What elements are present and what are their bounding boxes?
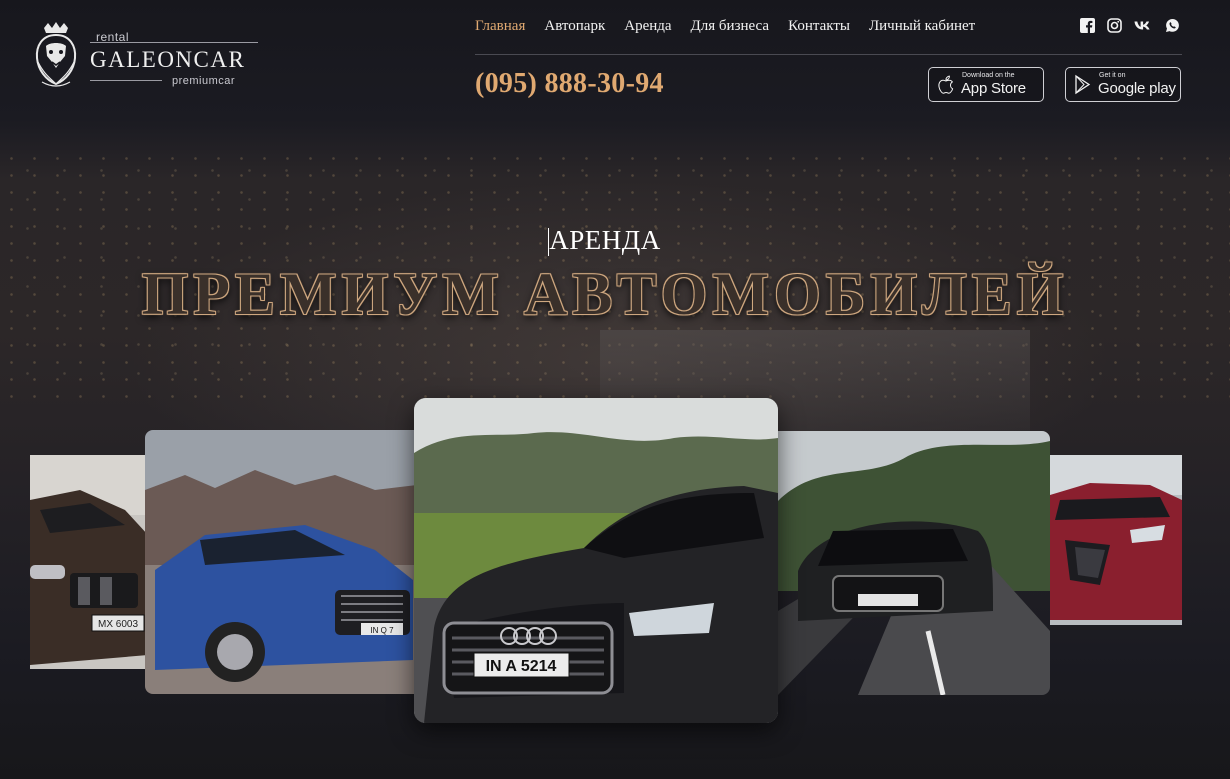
google-play-big-text: Google play <box>1098 80 1176 97</box>
logo-brand-name: GALEONCAR <box>90 47 246 72</box>
hero-subtitle: АРЕНДА <box>549 225 661 255</box>
nav-item-contacts[interactable]: Контакты <box>788 18 850 35</box>
car-card-audi-a5[interactable]: IN A 5214 <box>414 398 778 723</box>
nav-item-business[interactable]: Для бизнеса <box>691 18 770 35</box>
nav-item-rental[interactable]: Аренда <box>624 18 671 35</box>
nav-item-fleet[interactable]: Автопарк <box>544 18 605 35</box>
google-play-small-text: Get it on <box>1099 72 1126 79</box>
plate-center: IN A 5214 <box>486 658 557 675</box>
app-store-button[interactable]: Download on the App Store <box>928 67 1044 102</box>
google-play-icon <box>1075 74 1091 95</box>
logo-divider <box>90 80 162 81</box>
logo-premium-text: premiumcar <box>172 75 236 87</box>
car-card-bmw[interactable]: MX 6003 <box>30 455 148 669</box>
google-play-button[interactable]: Get it on Google play <box>1065 67 1181 102</box>
main-nav: Главная Автопарк Аренда Для бизнеса Конт… <box>475 18 994 35</box>
logo[interactable]: rental GALEONCAR premiumcar <box>32 22 262 94</box>
car-card-audi-q7[interactable]: IN Q 7 <box>145 430 417 694</box>
apple-icon <box>938 75 954 94</box>
phone-number[interactable]: (095) 888-30-94 <box>475 68 664 100</box>
plate-left: IN Q 7 <box>370 626 394 635</box>
vk-icon[interactable] <box>1134 18 1153 33</box>
hero-title: ПРЕМИУМ АВТОМОБИЛЕЙ <box>141 261 1069 327</box>
whatsapp-icon[interactable] <box>1165 18 1180 33</box>
logo-divider <box>90 42 258 43</box>
facebook-icon[interactable] <box>1080 18 1095 33</box>
car-card-lexus[interactable] <box>1050 455 1182 625</box>
header-divider <box>475 54 1182 55</box>
car-card-audi-a5-road[interactable] <box>778 431 1050 695</box>
lion-crest-icon <box>35 22 77 87</box>
app-store-small-text: Download on the <box>962 72 1015 79</box>
nav-item-home[interactable]: Главная <box>475 18 525 35</box>
social-links <box>1080 18 1180 33</box>
nav-item-account[interactable]: Личный кабинет <box>869 18 975 35</box>
plate-far-left: MX 6003 <box>98 619 138 630</box>
app-store-big-text: App Store <box>961 80 1026 97</box>
instagram-icon[interactable] <box>1107 18 1122 33</box>
